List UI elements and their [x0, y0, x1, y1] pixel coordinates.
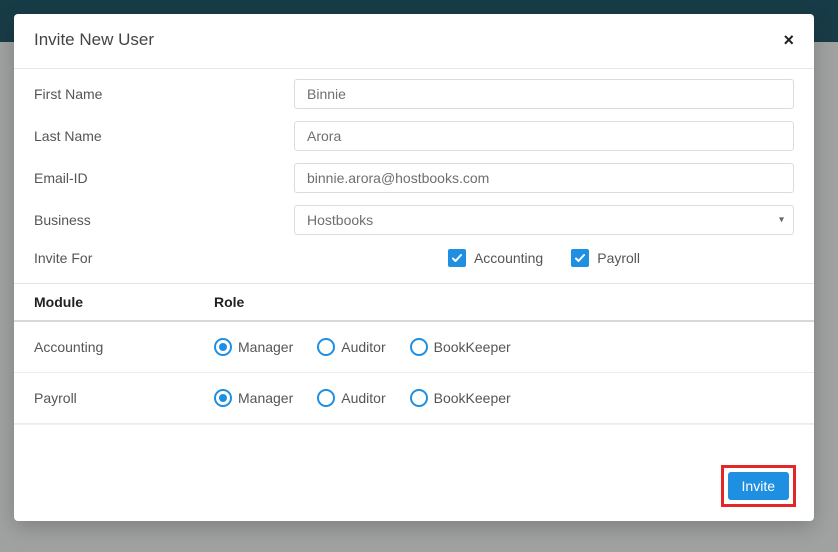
- radio-unselected-icon: [317, 338, 335, 356]
- invite-for-payroll-label: Payroll: [597, 250, 640, 266]
- roles-table: Module Role Accounting Manager Auditor: [14, 283, 814, 424]
- table-row-payroll: Payroll Manager Auditor BookKeeper: [14, 373, 814, 424]
- radio-accounting-bookkeeper[interactable]: BookKeeper: [410, 338, 511, 356]
- radio-label: Auditor: [341, 390, 385, 406]
- radio-selected-icon: [214, 389, 232, 407]
- radio-unselected-icon: [410, 338, 428, 356]
- email-row: Email-ID: [14, 157, 814, 199]
- checkbox-checked-icon: [448, 249, 466, 267]
- last-name-row: Last Name: [14, 115, 814, 157]
- modal-header: Invite New User ×: [14, 14, 814, 69]
- invite-for-label: Invite For: [34, 250, 294, 266]
- radio-label: Auditor: [341, 339, 385, 355]
- business-select[interactable]: Hostbooks: [294, 205, 794, 235]
- table-row-accounting: Accounting Manager Auditor BookKeeper: [14, 322, 814, 373]
- invite-for-accounting-checkbox[interactable]: Accounting: [448, 249, 543, 267]
- invite-for-accounting-label: Accounting: [474, 250, 543, 266]
- radio-label: Manager: [238, 339, 293, 355]
- last-name-input[interactable]: [294, 121, 794, 151]
- modal-title: Invite New User: [34, 30, 154, 50]
- checkbox-checked-icon: [571, 249, 589, 267]
- modal-body: First Name Last Name Email-ID Business H…: [14, 69, 814, 521]
- radio-label: BookKeeper: [434, 339, 511, 355]
- last-name-label: Last Name: [34, 128, 294, 144]
- invite-button-highlight: Invite: [721, 465, 796, 507]
- module-name-payroll: Payroll: [34, 390, 214, 406]
- first-name-row: First Name: [14, 73, 814, 115]
- close-button[interactable]: ×: [783, 31, 794, 49]
- first-name-input[interactable]: [294, 79, 794, 109]
- invite-for-checkbox-group: Accounting Payroll: [294, 249, 794, 267]
- radio-label: BookKeeper: [434, 390, 511, 406]
- email-input[interactable]: [294, 163, 794, 193]
- invite-for-row: Invite For Accounting Payroll: [14, 241, 814, 279]
- radio-unselected-icon: [317, 389, 335, 407]
- module-name-accounting: Accounting: [34, 339, 214, 355]
- radio-label: Manager: [238, 390, 293, 406]
- modal-footer: Invite: [14, 424, 814, 521]
- roles-table-header: Module Role: [14, 284, 814, 322]
- radio-accounting-manager[interactable]: Manager: [214, 338, 293, 356]
- radio-selected-icon: [214, 338, 232, 356]
- first-name-label: First Name: [34, 86, 294, 102]
- column-header-role: Role: [214, 294, 794, 310]
- column-header-module: Module: [34, 294, 214, 310]
- radio-payroll-bookkeeper[interactable]: BookKeeper: [410, 389, 511, 407]
- invite-for-payroll-checkbox[interactable]: Payroll: [571, 249, 640, 267]
- invite-button[interactable]: Invite: [728, 472, 789, 500]
- invite-user-modal: Invite New User × First Name Last Name E…: [14, 14, 814, 521]
- radio-unselected-icon: [410, 389, 428, 407]
- radio-payroll-manager[interactable]: Manager: [214, 389, 293, 407]
- business-label: Business: [34, 212, 294, 228]
- radio-payroll-auditor[interactable]: Auditor: [317, 389, 385, 407]
- email-label: Email-ID: [34, 170, 294, 186]
- radio-accounting-auditor[interactable]: Auditor: [317, 338, 385, 356]
- role-options-payroll: Manager Auditor BookKeeper: [214, 389, 794, 407]
- business-row: Business Hostbooks ▾: [14, 199, 814, 241]
- role-options-accounting: Manager Auditor BookKeeper: [214, 338, 794, 356]
